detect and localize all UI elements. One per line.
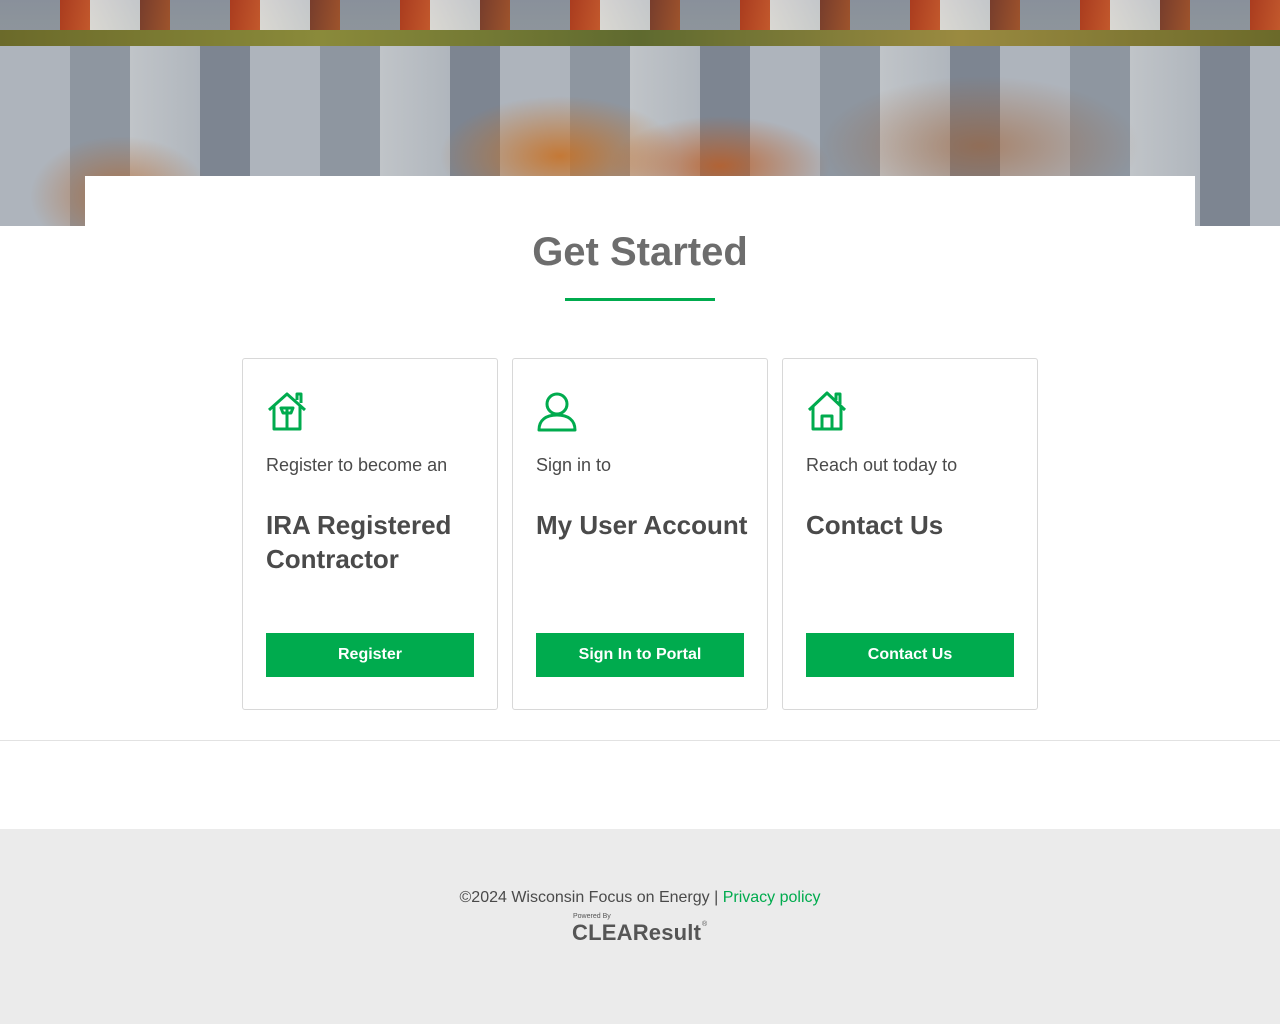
title-underline: [565, 298, 715, 301]
copyright-text: ©2024 Wisconsin Focus on Energy |: [459, 889, 723, 906]
brand-name: CLEAResult: [572, 920, 702, 945]
powered-by-text: Powered By: [573, 913, 611, 920]
card-lead-text: Register to become an: [266, 455, 448, 475]
page-title: Get Started: [532, 230, 748, 274]
card-title: Contact Us: [806, 510, 944, 540]
footer: ©2024 Wisconsin Focus on Energy | Privac…: [0, 829, 1280, 1024]
section-divider: [0, 740, 1280, 741]
hero-houses: [0, 0, 1280, 30]
user-icon: [536, 390, 578, 432]
content-top-panel: [85, 176, 1195, 226]
card-title: My User Account: [536, 510, 748, 540]
card-lead-text: Reach out today to: [806, 455, 958, 475]
register-button[interactable]: Register: [266, 633, 474, 677]
sign-in-portal-button[interactable]: Sign In to Portal: [536, 633, 744, 677]
footer-copyright: ©2024 Wisconsin Focus on Energy | Privac…: [0, 889, 1280, 907]
house-tools-icon: [266, 390, 308, 432]
sign-in-card: Sign in to My User Account Sign In to Po…: [512, 358, 768, 710]
privacy-policy-link[interactable]: Privacy policy: [723, 889, 821, 906]
house-icon: [806, 390, 848, 432]
registered-mark: ®: [702, 921, 708, 928]
contact-us-button[interactable]: Contact Us: [806, 633, 1014, 677]
card-lead-text: Sign in to: [536, 455, 612, 475]
clearesult-logo[interactable]: Powered By CLEAResult ®: [572, 913, 712, 945]
register-card: Register to become an IRA Registered Con…: [242, 358, 498, 710]
hero-shoreline: [0, 30, 1280, 46]
contact-card: Reach out today to Contact Us Contact Us: [782, 358, 1038, 710]
card-title: IRA Registered Contractor: [266, 510, 452, 574]
